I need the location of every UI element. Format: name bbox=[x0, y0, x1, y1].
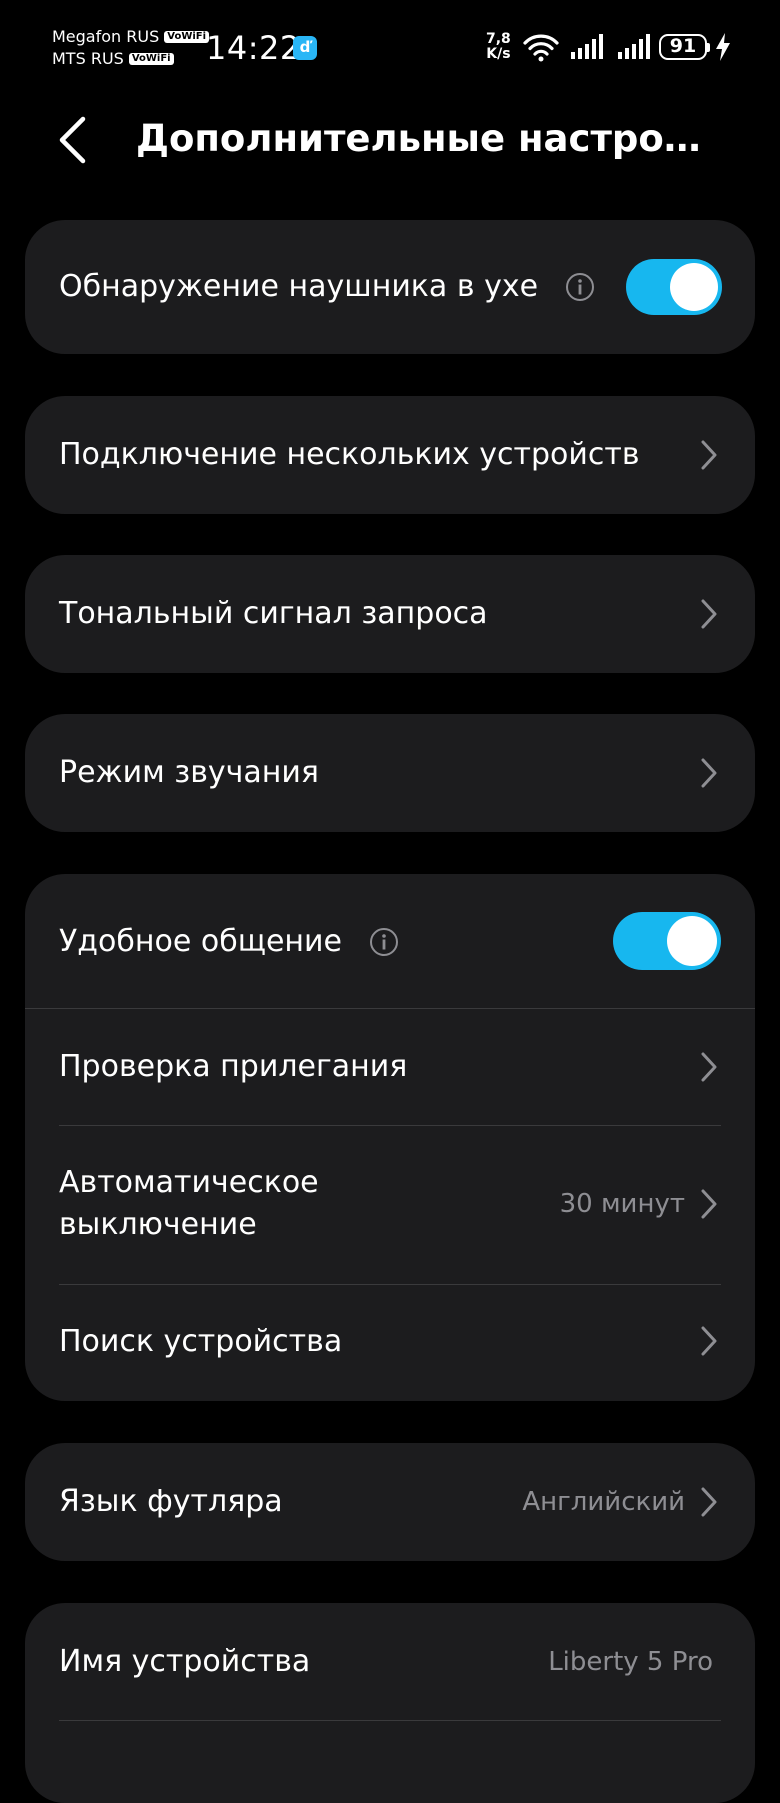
status-time: 14:22 bbox=[206, 29, 301, 67]
setting-auto-off[interactable]: Автоматическое выключение 30 минут bbox=[25, 1126, 755, 1284]
easy-chat-toggle[interactable] bbox=[613, 912, 721, 970]
wifi-icon bbox=[523, 34, 559, 62]
chevron-left-icon bbox=[59, 116, 86, 164]
auto-off-label-line-2: выключение bbox=[59, 1207, 257, 1242]
back-button[interactable] bbox=[44, 108, 100, 172]
setting-device-name[interactable]: Имя устройства Liberty 5 Pro bbox=[25, 1603, 755, 1719]
device-name-value: Liberty 5 Pro bbox=[548, 1647, 713, 1677]
in-ear-detection-toggle[interactable] bbox=[626, 259, 722, 315]
carrier-2: MTS RUS VoWiFi bbox=[52, 48, 209, 70]
signal-icon bbox=[618, 34, 650, 59]
setting-case-language[interactable]: Язык футляра Английский bbox=[25, 1443, 755, 1561]
setting-sound-mode[interactable]: Режим звучания bbox=[25, 714, 755, 832]
vowifi-badge: VoWiFi bbox=[164, 31, 210, 43]
in-ear-detection-label: Обнаружение наушника в ухе bbox=[59, 269, 539, 304]
setting-find-device[interactable]: Поиск устройства bbox=[25, 1285, 755, 1401]
setting-prompt-tone[interactable]: Тональный сигнал запроса bbox=[25, 555, 755, 673]
card-multipoint: Подключение нескольких устройств bbox=[25, 396, 755, 514]
status-bar: Megafon RUS VoWiFi MTS RUS VoWiFi 14:22 … bbox=[0, 0, 780, 100]
case-language-value: Английский bbox=[522, 1487, 685, 1517]
toggle-knob bbox=[667, 916, 717, 966]
network-speed-unit: K/s bbox=[486, 46, 511, 62]
card-in-ear-detection: Обнаружение наушника в ухе bbox=[25, 220, 755, 354]
page-title: Дополнительные настро… bbox=[136, 117, 701, 160]
chevron-right-icon bbox=[696, 1186, 722, 1222]
card-sound-mode: Режим звучания bbox=[25, 714, 755, 832]
card-case-language: Язык футляра Английский bbox=[25, 1443, 755, 1561]
chevron-right-icon bbox=[696, 755, 722, 791]
network-speed-value: 7,8 bbox=[486, 31, 511, 47]
info-icon[interactable] bbox=[565, 272, 595, 302]
setting-in-ear-detection[interactable]: Обнаружение наушника в ухе bbox=[25, 220, 755, 354]
carrier-1-name: Megafon RUS bbox=[52, 27, 160, 46]
card-group-settings: Удобное общение Проверка прилегания Авто… bbox=[25, 874, 755, 1401]
setting-multipoint[interactable]: Подключение нескольких устройств bbox=[25, 396, 755, 514]
chevron-right-icon bbox=[696, 1484, 722, 1520]
easy-chat-label: Удобное общение bbox=[59, 924, 342, 959]
chevron-right-icon bbox=[696, 1049, 722, 1085]
setting-fit-test[interactable]: Проверка прилегания bbox=[25, 1009, 755, 1125]
network-speed: 7,8 K/s bbox=[486, 32, 511, 62]
chevron-right-icon bbox=[696, 1323, 722, 1359]
carrier-info: Megafon RUS VoWiFi MTS RUS VoWiFi bbox=[52, 26, 210, 70]
case-language-label: Язык футляра bbox=[59, 1484, 283, 1519]
carrier-2-name: MTS RUS bbox=[52, 49, 124, 68]
chevron-right-icon bbox=[696, 437, 722, 473]
auto-off-label-line-1: Автоматическое bbox=[59, 1165, 319, 1200]
find-device-label: Поиск устройства bbox=[59, 1324, 343, 1359]
toggle-knob bbox=[670, 263, 718, 311]
app-notification-icon: ď bbox=[293, 36, 317, 60]
carrier-1: Megafon RUS VoWiFi bbox=[52, 26, 210, 48]
info-icon[interactable] bbox=[369, 927, 399, 957]
battery-cap bbox=[706, 43, 710, 52]
multipoint-label: Подключение нескольких устройств bbox=[59, 437, 640, 472]
charging-bolt-icon bbox=[716, 33, 730, 61]
header: Дополнительные настро… bbox=[0, 100, 780, 225]
auto-off-value: 30 минут bbox=[559, 1189, 685, 1219]
card-prompt-tone: Тональный сигнал запроса bbox=[25, 555, 755, 673]
fit-test-label: Проверка прилегания bbox=[59, 1049, 408, 1084]
setting-easy-chat[interactable]: Удобное общение bbox=[25, 874, 755, 1008]
chevron-right-icon bbox=[696, 596, 722, 632]
prompt-tone-label: Тональный сигнал запроса bbox=[59, 596, 488, 631]
vowifi-badge: VoWiFi bbox=[128, 53, 174, 65]
battery-icon: 91 bbox=[659, 34, 707, 60]
signal-icon bbox=[571, 34, 603, 59]
sound-mode-label: Режим звучания bbox=[59, 755, 319, 790]
divider bbox=[59, 1720, 721, 1721]
card-device-info: Имя устройства Liberty 5 Pro bbox=[25, 1603, 755, 1803]
device-name-label: Имя устройства bbox=[59, 1644, 311, 1679]
